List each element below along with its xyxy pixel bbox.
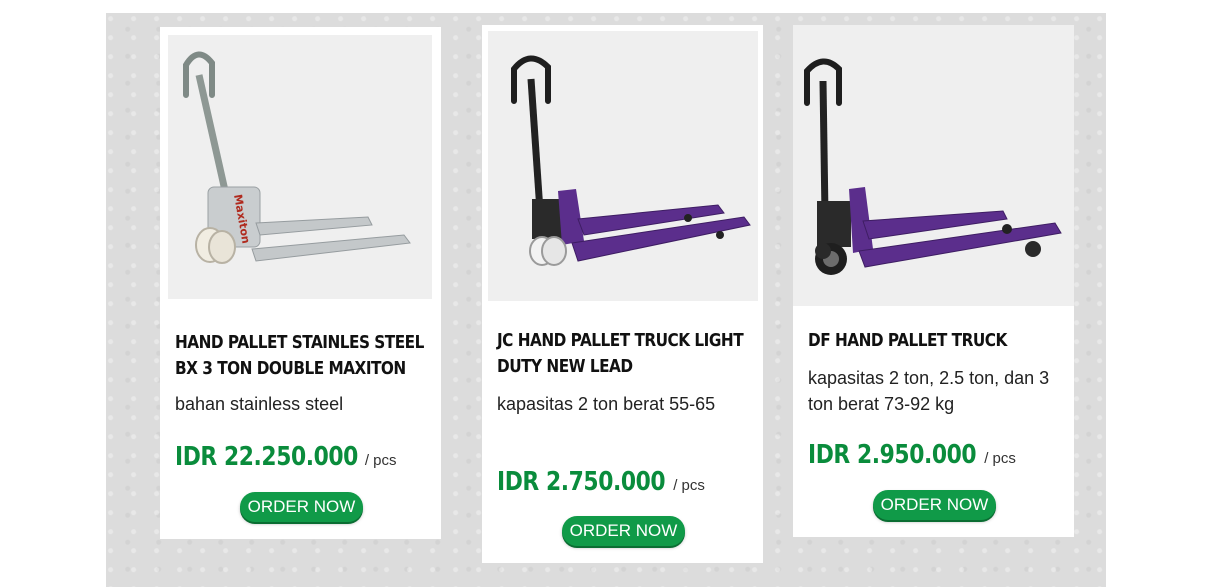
product-price: IDR 22.250.000 / pcs xyxy=(175,442,397,472)
product-description: kapasitas 2 ton berat 55-65 xyxy=(497,394,716,414)
product-card: Maxiton HAND PALLET STAINLES STEEL BX 3 … xyxy=(160,27,441,539)
price-amount: IDR 2.950.000 xyxy=(808,440,977,470)
product-title[interactable]: DF HAND PALLET TRUCK xyxy=(808,328,1080,354)
price-unit: / pcs xyxy=(673,477,705,494)
product-price: IDR 2.950.000 / pcs xyxy=(808,440,1016,470)
product-card: DF HAND PALLET TRUCK kapasitas 2 ton, 2.… xyxy=(793,25,1074,537)
product-image[interactable]: Maxiton xyxy=(168,35,432,299)
product-price: IDR 2.750.000 / pcs xyxy=(497,467,705,497)
price-amount: IDR 22.250.000 xyxy=(175,442,358,472)
purple-hand-pallet-icon xyxy=(804,58,1062,275)
order-now-button[interactable]: ORDER NOW xyxy=(562,516,685,546)
product-description: kapasitas 2 ton, 2.5 ton, dan 3 ton bera… xyxy=(808,368,1050,414)
product-card: JC HAND PALLET TRUCK LIGHT DUTY NEW LEAD… xyxy=(482,25,763,563)
product-image[interactable] xyxy=(793,25,1074,306)
price-unit: / pcs xyxy=(984,450,1016,467)
price-unit: / pcs xyxy=(364,452,397,469)
order-now-button[interactable]: ORDER NOW xyxy=(873,490,996,520)
price-amount: IDR 2.750.000 xyxy=(497,467,666,497)
purple-hand-pallet-icon xyxy=(511,55,751,266)
product-title[interactable]: HAND PALLET STAINLES STEEL BX 3 TON DOUB… xyxy=(175,330,447,382)
product-image[interactable] xyxy=(488,31,758,301)
product-description: bahan stainless steel xyxy=(175,394,344,414)
order-now-button[interactable]: ORDER NOW xyxy=(240,492,363,522)
stainless-hand-pallet-icon: Maxiton xyxy=(183,51,411,264)
product-title[interactable]: JC HAND PALLET TRUCK LIGHT DUTY NEW LEAD xyxy=(497,328,769,380)
